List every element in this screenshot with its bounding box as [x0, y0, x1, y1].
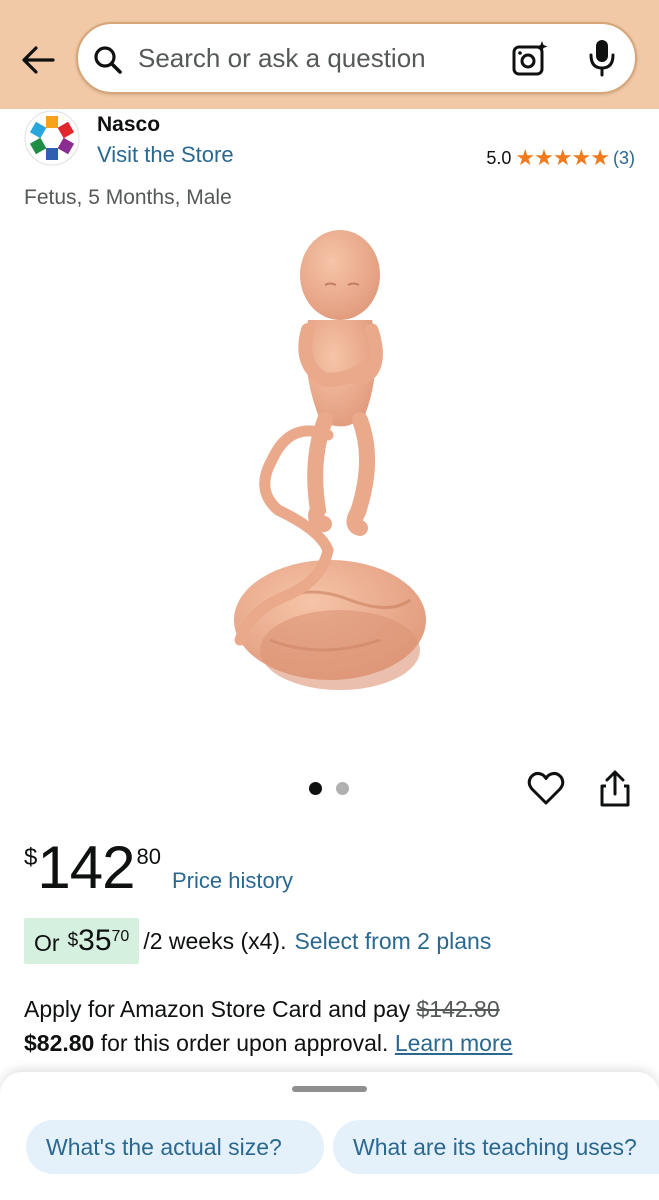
price-history-link[interactable]: Price history: [172, 868, 293, 894]
price-whole: 142: [37, 834, 135, 901]
installment-whole: 35: [78, 924, 112, 957]
store-card-text-2: for this order upon approval.: [100, 1030, 389, 1056]
price-fraction: 80: [136, 844, 161, 869]
product-title: Fetus, 5 Months, Male: [24, 186, 232, 209]
star-rating-icon: ★★★★★: [515, 145, 610, 170]
brand-name: Nasco: [97, 113, 161, 136]
learn-more-link[interactable]: Learn more: [395, 1030, 513, 1056]
price-currency: $: [24, 844, 38, 871]
suggestions-sheet: What's the actual size? What are its tea…: [0, 1072, 659, 1200]
store-card-text-1: Apply for Amazon Store Card and pay: [24, 996, 411, 1022]
visit-store-link[interactable]: Visit the Store: [97, 142, 234, 168]
microphone-icon[interactable]: [587, 38, 617, 78]
installment-prefix: Or: [34, 930, 60, 956]
image-carousel-dots[interactable]: [309, 782, 349, 795]
store-card-new-price: $82.80: [24, 1030, 95, 1056]
carousel-dot-2[interactable]: [336, 782, 349, 795]
rating-summary[interactable]: 5.0 ★★★★★ (3): [486, 145, 635, 171]
product-image[interactable]: [200, 220, 460, 730]
rating-value: 5.0: [486, 147, 512, 168]
installment-period: /2 weeks (x4).: [143, 927, 287, 954]
back-arrow-icon: [22, 46, 55, 74]
suggestion-chip-size[interactable]: What's the actual size?: [26, 1120, 324, 1174]
brand-logo[interactable]: [24, 110, 80, 166]
search-bar[interactable]: [76, 22, 637, 94]
search-icon: [94, 46, 122, 74]
installment-currency: $: [67, 930, 79, 951]
installment-offer: Or $ 35 70 /2 weeks (x4). Select from 2 …: [24, 918, 491, 964]
heart-icon[interactable]: [527, 770, 565, 806]
store-card-offer: Apply for Amazon Store Card and pay $142…: [24, 992, 624, 1060]
search-input[interactable]: [138, 38, 498, 78]
camera-scan-icon[interactable]: [511, 40, 549, 78]
installment-badge: Or $ 35 70: [24, 918, 140, 964]
select-plans-link[interactable]: Select from 2 plans: [294, 928, 491, 955]
suggestion-chip-teaching[interactable]: What are its teaching uses?: [333, 1120, 659, 1174]
rating-count[interactable]: (3): [613, 148, 635, 169]
top-search-header: [0, 0, 659, 109]
store-card-old-price: $142.80: [416, 996, 500, 1022]
back-button[interactable]: [14, 38, 62, 82]
sheet-drag-handle[interactable]: [292, 1086, 367, 1092]
price: $ 142 80: [24, 838, 161, 898]
installment-fraction: 70: [111, 928, 130, 945]
share-icon[interactable]: [598, 770, 632, 808]
carousel-dot-1[interactable]: [309, 782, 322, 795]
